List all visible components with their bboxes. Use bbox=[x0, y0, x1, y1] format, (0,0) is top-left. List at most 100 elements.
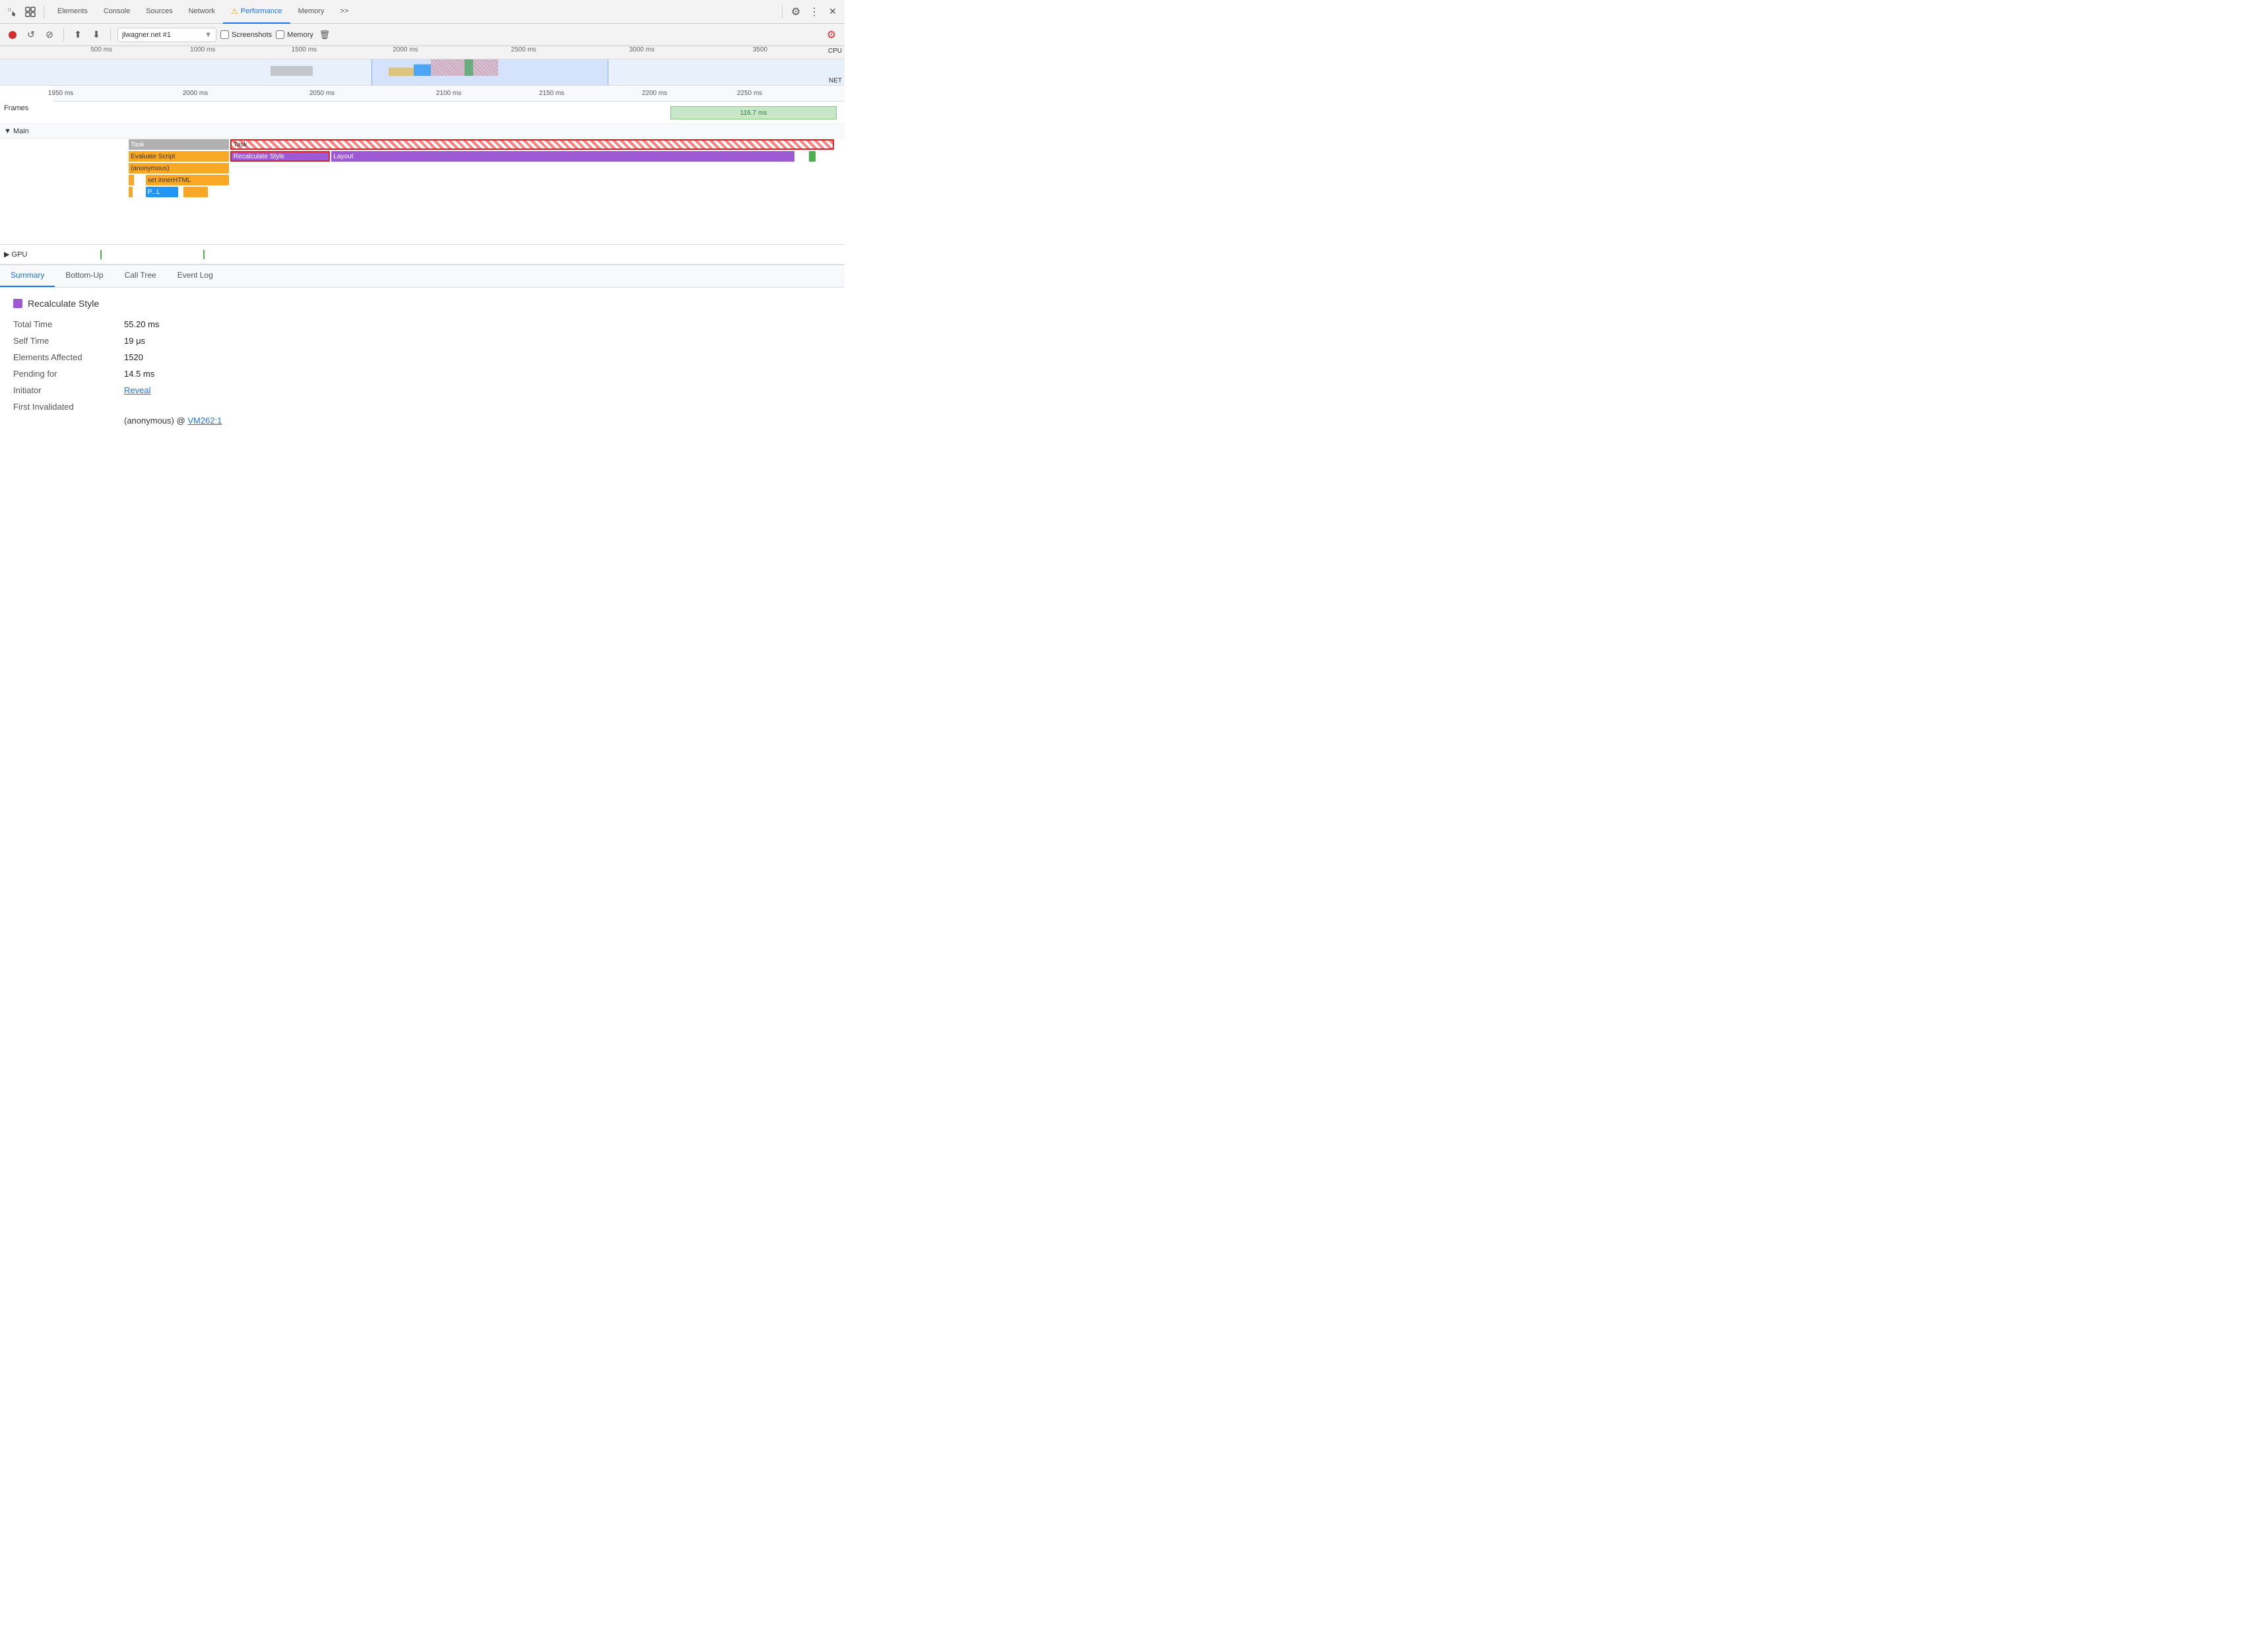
gpu-tick-1 bbox=[100, 250, 102, 259]
flame-chart-area: Task Task Evaluate Script Recalculate St… bbox=[0, 139, 845, 244]
tick-2000ms: 2000 ms bbox=[183, 90, 208, 97]
recalculate-style-bar[interactable]: Recalculate Style bbox=[230, 151, 331, 162]
small-yellow-bar-2[interactable] bbox=[129, 187, 133, 197]
warn-icon: ⚠ bbox=[231, 7, 238, 16]
record-button[interactable] bbox=[5, 28, 20, 42]
devtools-top-bar: Elements Console Sources Network ⚠ Perfo… bbox=[0, 0, 845, 24]
yellow-small-bar-3[interactable] bbox=[183, 187, 207, 197]
capture-settings-icon[interactable]: ⚙ bbox=[823, 27, 839, 43]
main-section: ▼ Main Task Task Evaluate Script Recalcu… bbox=[0, 124, 845, 245]
timeline-selection-net[interactable] bbox=[371, 76, 608, 86]
bottom-panel: Summary Bottom-Up Call Tree Event Log Re… bbox=[0, 265, 845, 441]
tick-2050ms: 2050 ms bbox=[309, 90, 335, 97]
flame-row-1: Task Task bbox=[0, 139, 845, 150]
first-invalidated-func: (anonymous) @ bbox=[124, 416, 185, 426]
memory-checkbox-label[interactable]: Memory bbox=[276, 30, 313, 39]
reload-button[interactable]: ↺ bbox=[24, 28, 38, 42]
frame-bar[interactable]: 116.7 ms bbox=[670, 106, 837, 119]
more-menu-icon[interactable]: ⋮ bbox=[806, 4, 822, 20]
small-yellow-bar[interactable] bbox=[129, 175, 134, 185]
summary-row-first-invalidated: First Invalidated bbox=[13, 402, 831, 412]
flame-row-2: Evaluate Script Recalculate Style Layout bbox=[0, 150, 845, 162]
elements-affected-label: Elements Affected bbox=[13, 352, 119, 362]
tick-2100ms: 2100 ms bbox=[436, 90, 461, 97]
gpu-content bbox=[53, 245, 845, 265]
tick-2150ms: 2150 ms bbox=[539, 90, 564, 97]
frames-label: Frames bbox=[0, 102, 53, 115]
inspect-icon[interactable] bbox=[22, 4, 38, 20]
summary-row-pending-for: Pending for 14.5 ms bbox=[13, 369, 831, 379]
frames-row: Frames 116.7 ms bbox=[0, 102, 845, 124]
summary-content: Recalculate Style Total Time 55.20 ms Se… bbox=[0, 288, 845, 441]
bottom-tabs: Summary Bottom-Up Call Tree Event Log bbox=[0, 265, 845, 288]
total-time-value: 55.20 ms bbox=[124, 319, 159, 329]
gpu-label[interactable]: ▶ GPU bbox=[0, 247, 53, 261]
tick-2250ms: 2250 ms bbox=[737, 90, 762, 97]
tab-memory[interactable]: Memory bbox=[290, 0, 333, 24]
elements-affected-value: 1520 bbox=[124, 352, 143, 362]
perf-toolbar: ↺ ⊘ ⬆ ⬇ jlwagner.net #1 ▼ Screenshots Me… bbox=[0, 24, 845, 46]
url-selector[interactable]: jlwagner.net #1 ▼ bbox=[117, 28, 216, 42]
divider-2 bbox=[782, 5, 783, 18]
overview-tick-2000: 2000 ms bbox=[393, 46, 418, 53]
overview-tick-3000: 3000 ms bbox=[629, 46, 655, 53]
tab-sources[interactable]: Sources bbox=[138, 0, 180, 24]
overview-tick-3500: 3500 bbox=[753, 46, 767, 53]
settings-gear-icon[interactable]: ⚙ bbox=[788, 4, 804, 20]
screenshots-checkbox-label[interactable]: Screenshots bbox=[220, 30, 272, 39]
tab-elements[interactable]: Elements bbox=[49, 0, 96, 24]
flame-row-5: P...L bbox=[0, 186, 845, 198]
overview-tick-1000: 1000 ms bbox=[190, 46, 215, 53]
self-time-value: 19 μs bbox=[124, 336, 145, 346]
close-devtools-icon[interactable]: ✕ bbox=[825, 4, 841, 20]
timeline-detail: 1950 ms 2000 ms 2050 ms 2100 ms 2150 ms … bbox=[0, 86, 845, 265]
tab-bottom-up[interactable]: Bottom-Up bbox=[55, 265, 113, 287]
summary-row-total-time: Total Time 55.20 ms bbox=[13, 319, 831, 329]
evaluate-script-bar[interactable]: Evaluate Script bbox=[129, 151, 229, 162]
download-button[interactable]: ⬇ bbox=[89, 28, 104, 42]
flame-row-4: set innerHTML bbox=[0, 174, 845, 186]
summary-row-initiator: Initiator Reveal bbox=[13, 385, 831, 395]
cursor-icon[interactable] bbox=[4, 4, 20, 20]
anonymous-bar[interactable]: (anonymous) bbox=[129, 163, 229, 174]
gpu-tick-2 bbox=[203, 250, 205, 259]
tab-more[interactable]: >> bbox=[332, 0, 356, 24]
tick-2200ms: 2200 ms bbox=[642, 90, 667, 97]
task-bar-2-hatched[interactable]: Task bbox=[230, 139, 835, 150]
task-bar-1[interactable]: Task bbox=[129, 139, 229, 150]
layout-small-green[interactable] bbox=[809, 151, 816, 162]
pending-for-value: 14.5 ms bbox=[124, 369, 154, 379]
tab-performance[interactable]: ⚠ Performance bbox=[223, 0, 290, 24]
first-invalidated-link[interactable]: VM262:1 bbox=[187, 416, 222, 426]
tab-call-tree[interactable]: Call Tree bbox=[114, 265, 167, 287]
timeline-selection[interactable] bbox=[371, 59, 608, 76]
timeline-overview[interactable]: 500 ms 1000 ms 1500 ms 2000 ms 2500 ms 3… bbox=[0, 46, 845, 86]
set-innerhtml-bar[interactable]: set innerHTML bbox=[146, 175, 229, 185]
initiator-reveal-link[interactable]: Reveal bbox=[124, 385, 150, 395]
summary-row-elements-affected: Elements Affected 1520 bbox=[13, 352, 831, 362]
total-time-label: Total Time bbox=[13, 319, 119, 329]
upload-button[interactable]: ⬆ bbox=[71, 28, 85, 42]
main-label[interactable]: ▼ Main bbox=[0, 125, 53, 138]
overview-tick-1500: 1500 ms bbox=[292, 46, 317, 53]
tab-console[interactable]: Console bbox=[96, 0, 138, 24]
layout-bar[interactable]: Layout bbox=[331, 151, 794, 162]
pending-for-label: Pending for bbox=[13, 369, 119, 379]
trash-button[interactable]: 🗑 bbox=[317, 28, 332, 42]
memory-checkbox[interactable] bbox=[276, 30, 284, 39]
tab-summary[interactable]: Summary bbox=[0, 265, 55, 287]
pL-bar[interactable]: P...L bbox=[146, 187, 178, 197]
clear-button[interactable]: ⊘ bbox=[42, 28, 57, 42]
tick-1950ms: 1950 ms bbox=[48, 90, 73, 97]
overview-tick-500: 500 ms bbox=[90, 46, 112, 53]
tab-network[interactable]: Network bbox=[181, 0, 223, 24]
summary-color-swatch bbox=[13, 299, 22, 308]
main-tab-nav: Elements Console Sources Network ⚠ Perfo… bbox=[49, 0, 777, 24]
overview-tick-2500: 2500 ms bbox=[511, 46, 536, 53]
time-ruler: 1950 ms 2000 ms 2050 ms 2100 ms 2150 ms … bbox=[53, 86, 845, 102]
gpu-row: ▶ GPU bbox=[0, 245, 845, 265]
tab-event-log[interactable]: Event Log bbox=[167, 265, 224, 287]
self-time-label: Self Time bbox=[13, 336, 119, 346]
toolbar-divider-1 bbox=[63, 28, 64, 42]
screenshots-checkbox[interactable] bbox=[220, 30, 229, 39]
